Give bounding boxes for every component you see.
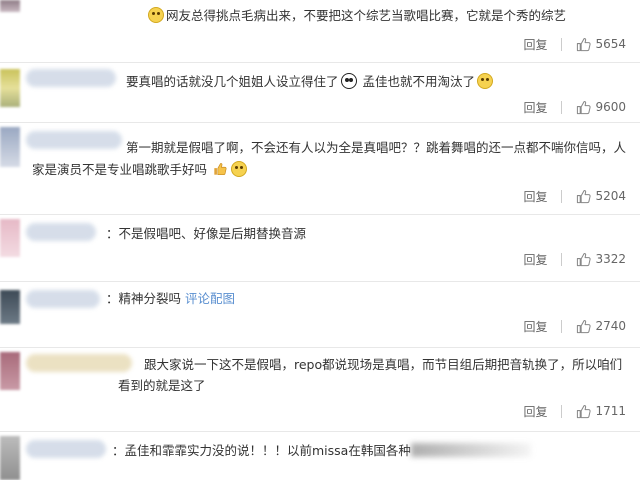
- blurred-text: [410, 443, 531, 457]
- reply-button[interactable]: 回复: [523, 99, 547, 116]
- like-button[interactable]: 5654: [576, 37, 626, 52]
- like-count: 5654: [595, 37, 626, 51]
- comment-actions: 回复 5654: [523, 34, 626, 54]
- comment-feed: 网友总得挑点毛病出来，不要把这个综艺当歌唱比赛，它就是个秀的综艺 回复 5654…: [0, 0, 640, 480]
- thinking-face-icon: [477, 73, 494, 89]
- like-button[interactable]: 9600: [576, 100, 626, 115]
- username[interactable]: [26, 354, 132, 372]
- avatar[interactable]: [0, 352, 20, 390]
- comment-text: ：不是假唱吧、好像是后期替换音源: [106, 226, 307, 241]
- username[interactable]: [26, 223, 96, 241]
- avatar[interactable]: [0, 219, 20, 257]
- comment-text-line: 看到的就是这了: [118, 378, 206, 393]
- comment-text: 网友总得挑点毛病出来，不要把这个综艺当歌唱比赛，它就是个秀的综艺: [146, 5, 566, 27]
- avatar[interactable]: [0, 290, 20, 324]
- comment-text: 跟大家说一下这不是假唱，repo都说现场是真唱，而节目组后期把音轨换了，所以咱们: [144, 357, 623, 372]
- thumbs-up-icon: [577, 189, 592, 203]
- comment-text: 第一期就是假唱了啊，不会还有人以为全是真唱吧？？跳着舞唱的还一点都不喘你信吗，人: [126, 140, 627, 155]
- comment-item: 网友总得挑点毛病出来，不要把这个综艺当歌唱比赛，它就是个秀的综艺 回复 5654: [0, 0, 640, 63]
- avatar[interactable]: [0, 127, 20, 167]
- comment-text: ：精神分裂吗 评论配图: [106, 291, 236, 306]
- comment-text: ：孟佳和霏霏实力没的说！！！以前missa在韩国各种: [112, 440, 531, 462]
- divider: [561, 319, 563, 333]
- reply-button[interactable]: 回复: [523, 318, 547, 335]
- like-button[interactable]: 1711: [576, 404, 626, 419]
- comment-actions: 回复 5204: [523, 186, 626, 206]
- thumbs-up-icon: [214, 163, 227, 176]
- thumbs-up-icon: [577, 37, 592, 51]
- like-count: 3322: [595, 252, 626, 266]
- divider: [561, 37, 563, 51]
- comment-image-link[interactable]: 评论配图: [185, 291, 235, 306]
- thumbs-up-icon: [577, 319, 592, 333]
- like-button[interactable]: 3322: [576, 252, 626, 267]
- divider: [561, 404, 563, 418]
- thumbs-up-icon: [577, 252, 592, 266]
- reply-button[interactable]: 回复: [523, 188, 547, 205]
- thumbs-up-icon: [577, 404, 592, 418]
- reply-button[interactable]: 回复: [523, 36, 547, 53]
- comment-actions: 回复 9600: [523, 97, 626, 117]
- avatar[interactable]: [0, 0, 20, 12]
- like-count: 9600: [595, 100, 626, 114]
- divider: [561, 100, 563, 114]
- divider: [561, 252, 563, 266]
- doge-icon: [148, 7, 164, 23]
- like-count: 2740: [595, 319, 626, 333]
- comment-item: 要真唱的话就没几个姐姐人设立得住了 孟佳也就不用淘汰了 回复 9600: [0, 63, 640, 123]
- avatar[interactable]: [0, 436, 20, 480]
- laughing-tears-icon: [231, 161, 247, 177]
- comment-actions: 回复 1711: [523, 401, 626, 421]
- comment-actions: 回复 2740: [523, 316, 626, 336]
- divider: [561, 189, 563, 203]
- username[interactable]: [26, 131, 122, 149]
- comment-item: ：孟佳和霏霏实力没的说！！！以前missa在韩国各种: [0, 432, 640, 480]
- comment-item: ：精神分裂吗 评论配图 回复 2740: [0, 282, 640, 348]
- like-count: 5204: [595, 189, 626, 203]
- reply-button[interactable]: 回复: [523, 251, 547, 268]
- comment-text-line: 家是演员不是专业唱跳歌手好吗: [32, 159, 249, 181]
- scared-face-icon: [340, 73, 357, 89]
- reply-button[interactable]: 回复: [523, 403, 547, 420]
- username[interactable]: [26, 290, 100, 308]
- comment-item: 第一期就是假唱了啊，不会还有人以为全是真唱吧？？跳着舞唱的还一点都不喘你信吗，人…: [0, 123, 640, 215]
- username[interactable]: [26, 69, 116, 87]
- comment-item: ：不是假唱吧、好像是后期替换音源 回复 3322: [0, 215, 640, 282]
- comment-item: 跟大家说一下这不是假唱，repo都说现场是真唱，而节目组后期把音轨换了，所以咱们…: [0, 348, 640, 432]
- like-button[interactable]: 5204: [576, 189, 626, 204]
- comment-text: 要真唱的话就没几个姐姐人设立得住了 孟佳也就不用淘汰了: [126, 71, 495, 93]
- avatar[interactable]: [0, 69, 20, 107]
- like-count: 1711: [595, 404, 626, 418]
- comment-actions: 回复 3322: [523, 249, 626, 269]
- like-button[interactable]: 2740: [576, 319, 626, 334]
- thumbs-up-icon: [577, 100, 592, 114]
- username[interactable]: [26, 440, 106, 458]
